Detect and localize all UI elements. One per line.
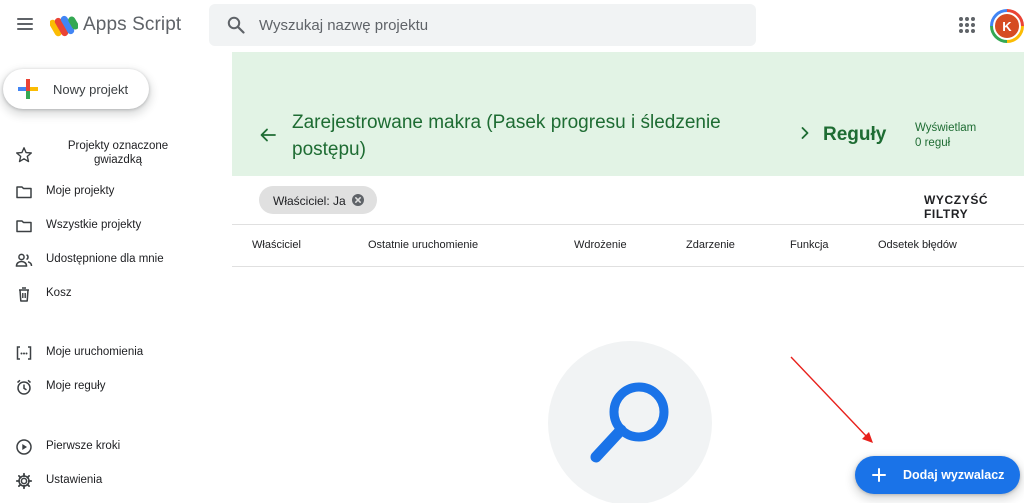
executions-icon (16, 346, 32, 360)
owner-filter-chip[interactable]: Właściciel: Ja (259, 186, 377, 214)
sidebar-item-label: Moje reguły (46, 380, 106, 392)
alarm-icon (17, 379, 31, 395)
triggers-table-header: Właściciel Ostatnie uruchomienie Wdrożen… (232, 224, 1024, 267)
sidebar-item-my-triggers[interactable]: Moje reguły (0, 372, 220, 402)
column-function[interactable]: Funkcja (790, 239, 829, 251)
chevron-right-icon (801, 127, 809, 139)
annotation-arrow (790, 356, 873, 443)
new-project-button[interactable]: Nowy projekt (3, 69, 149, 109)
magnifier-icon (590, 382, 669, 463)
sidebar-item-label: Pierwsze kroki (46, 440, 121, 452)
column-last-run[interactable]: Ostatnie uruchomienie (368, 239, 478, 251)
page-title: Reguły (823, 124, 887, 145)
sidebar-item-trash[interactable]: Kosz (0, 279, 220, 309)
rules-count-value: 0 reguł (915, 137, 951, 149)
new-project-label: Nowy projekt (53, 82, 129, 97)
sidebar-item-label: Projekty oznaczone gwiazdką (67, 140, 169, 166)
column-owner[interactable]: Właściciel (252, 239, 301, 251)
showing-label: Wyświetlam (915, 122, 977, 134)
sidebar-item-label: Udostępnione dla mnie (46, 253, 164, 265)
trash-icon (19, 287, 29, 302)
sidebar-item-settings[interactable]: Ustawienia (0, 466, 220, 496)
project-title: Zarejestrowane makra (Pasek progresu i ś… (292, 112, 721, 160)
sidebar-item-shared[interactable]: Udostępnione dla mnie (0, 245, 220, 275)
column-event[interactable]: Zdarzenie (686, 239, 735, 251)
menu-icon[interactable] (15, 15, 35, 35)
add-trigger-button[interactable]: Dodaj wyzwalacz (855, 456, 1020, 494)
sidebar-item-getting-started[interactable]: Pierwsze kroki (0, 432, 220, 462)
sidebar-item-my-projects[interactable]: Moje projekty (0, 177, 220, 207)
owner-filter-label: Właściciel: Ja (273, 194, 346, 208)
people-icon (15, 253, 33, 267)
close-icon[interactable] (352, 194, 364, 206)
avatar[interactable]: K (990, 9, 1024, 43)
search-bar[interactable] (209, 4, 756, 46)
plus-icon (18, 79, 38, 99)
sidebar-item-label: Wszystkie projekty (46, 219, 142, 231)
play-circle-icon (16, 439, 32, 455)
sidebar-item-label: Kosz (46, 287, 72, 299)
avatar-letter: K (993, 12, 1021, 40)
top-bar: Apps Script K (0, 0, 1024, 52)
add-trigger-label: Dodaj wyzwalacz (903, 468, 1005, 482)
arrow-back-icon[interactable] (259, 126, 277, 144)
apps-script-logo[interactable] (50, 13, 78, 39)
sidebar-item-all-projects[interactable]: Wszystkie projekty (0, 211, 220, 241)
gear-icon (15, 472, 33, 490)
project-banner: Zarejestrowane makra (Pasek progresu i ś… (232, 52, 1024, 176)
column-deployment[interactable]: Wdrożenie (574, 239, 627, 251)
folder-icon (16, 220, 32, 233)
sidebar-item-starred[interactable]: Projekty oznaczone gwiazdką (0, 139, 220, 169)
search-input[interactable] (259, 14, 739, 36)
sidebar-item-label: Ustawienia (46, 474, 103, 486)
sidebar-item-label: Moje projekty (46, 185, 115, 197)
search-icon[interactable] (227, 16, 245, 34)
star-icon (16, 147, 32, 163)
app-title[interactable]: Apps Script (83, 14, 181, 36)
apps-grid-icon[interactable] (958, 16, 976, 34)
column-error-rate[interactable]: Odsetek błędów (878, 239, 957, 251)
plus-icon (872, 468, 886, 482)
sidebar-item-my-executions[interactable]: Moje uruchomienia (0, 338, 220, 368)
clear-filters-button[interactable]: WYCZYŚĆ FILTRY (924, 193, 1024, 221)
sidebar-item-label: Moje uruchomienia (46, 346, 144, 358)
rules-count: Wyświetlam 0 reguł (915, 121, 976, 151)
folder-icon (16, 186, 32, 199)
